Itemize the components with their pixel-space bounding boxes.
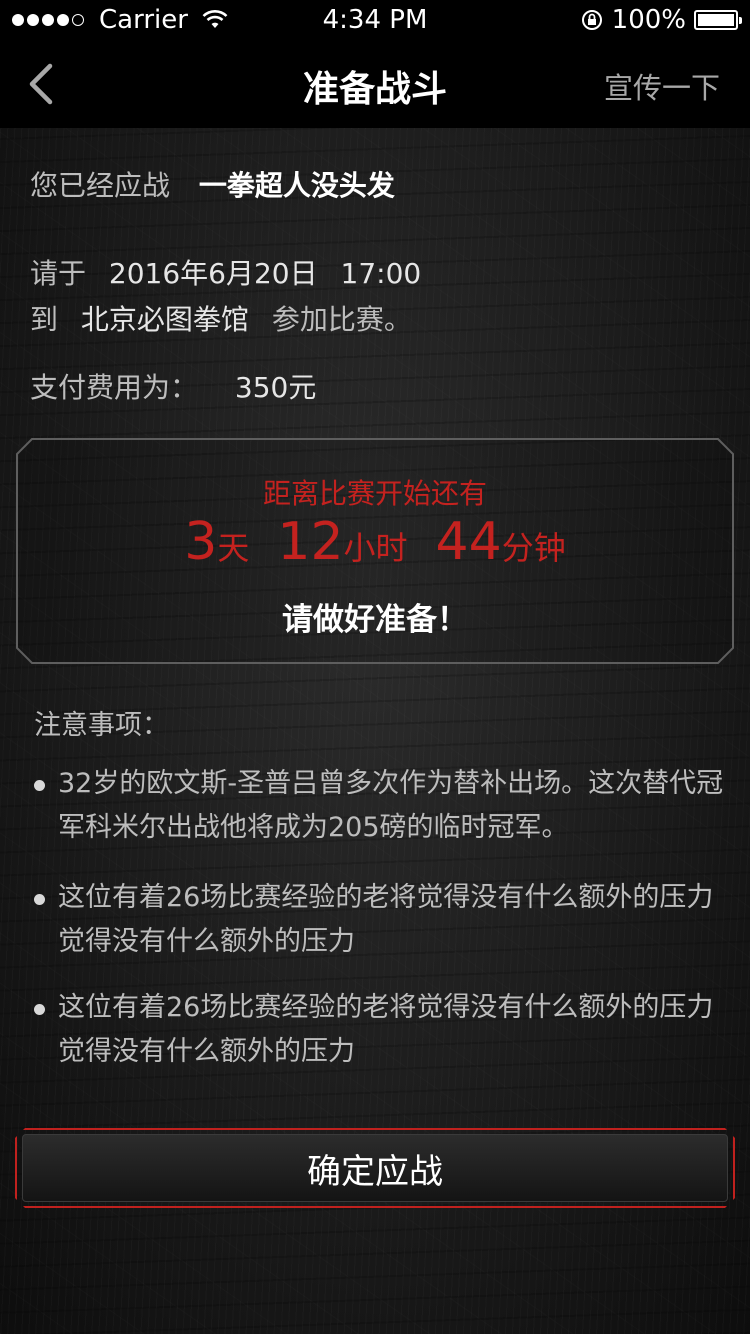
notes-title: 注意事项： [34,710,169,741]
note-item: 这位有着26场比赛经验的老将觉得没有什么额外的压力觉得没有什么额外的压力 [34,876,724,964]
bullet-icon [34,894,45,905]
fee-line: 支付费用为： 350元 [30,366,316,406]
countdown-minutes-unit: 分钟 [501,529,566,567]
status-right: 100% [580,5,742,35]
screen: Carrier 4:34 PM 100% 准备战斗 宣传一下 您已经应战 一拳超… [0,0,750,1334]
confirm-button-frame: 确定应战 [15,1128,735,1208]
bullet-icon [34,780,45,791]
battery-icon [694,10,742,30]
nav-bar: 准备战斗 宣传一下 [0,40,750,128]
note-text: 这位有着26场比赛经验的老将觉得没有什么额外的压力觉得没有什么额外的压力 [58,882,714,957]
countdown-days-unit: 天 [217,529,250,567]
countdown-label: 距离比赛开始还有 [262,477,487,510]
date-line: 请于 2016年6月20日 17:00 [30,252,421,292]
accepted-prefix: 您已经应战 [30,169,171,202]
fee-label: 支付费用为： [30,371,199,404]
venue-line: 到 北京必图拳馆 参加比赛。 [30,298,412,338]
note-text: 这位有着26场比赛经验的老将觉得没有什么额外的压力觉得没有什么额外的压力 [58,992,714,1067]
please-prefix: 请于 [30,257,87,290]
accepted-line: 您已经应战 一拳超人没头发 [30,164,395,204]
venue-name: 北京必图拳馆 [80,303,249,336]
countdown-time: 3天 12小时 44分钟 [0,512,750,572]
status-bar: Carrier 4:34 PM 100% [0,0,750,40]
note-text: 32岁的欧文斯-圣普吕曾多次作为替补出场。这次替代冠军科米尔出战他将成为205磅… [58,768,724,843]
opponent-name: 一拳超人没头发 [198,169,395,202]
bullet-icon [34,1004,45,1015]
countdown-hours-unit: 小时 [343,529,408,567]
match-time: 17:00 [340,257,422,290]
ready-text: 请做好准备！ [282,602,468,638]
to-prefix: 到 [30,303,59,336]
share-button[interactable]: 宣传一下 [604,65,720,107]
confirm-button[interactable]: 确定应战 [22,1134,728,1202]
match-date: 2016年6月20日 [108,257,318,290]
join-suffix: 参加比赛。 [271,303,412,336]
battery-percent: 100% [611,5,686,35]
fee-value: 350元 [234,371,317,404]
note-item: 32岁的欧文斯-圣普吕曾多次作为替补出场。这次替代冠军科米尔出战他将成为205磅… [34,762,724,850]
rotation-lock-icon [581,10,602,30]
countdown-minutes: 44 [435,512,502,572]
note-item: 这位有着26场比赛经验的老将觉得没有什么额外的压力觉得没有什么额外的压力 [34,986,724,1074]
countdown-hours: 12 [277,512,344,572]
countdown-days: 3 [184,512,218,572]
